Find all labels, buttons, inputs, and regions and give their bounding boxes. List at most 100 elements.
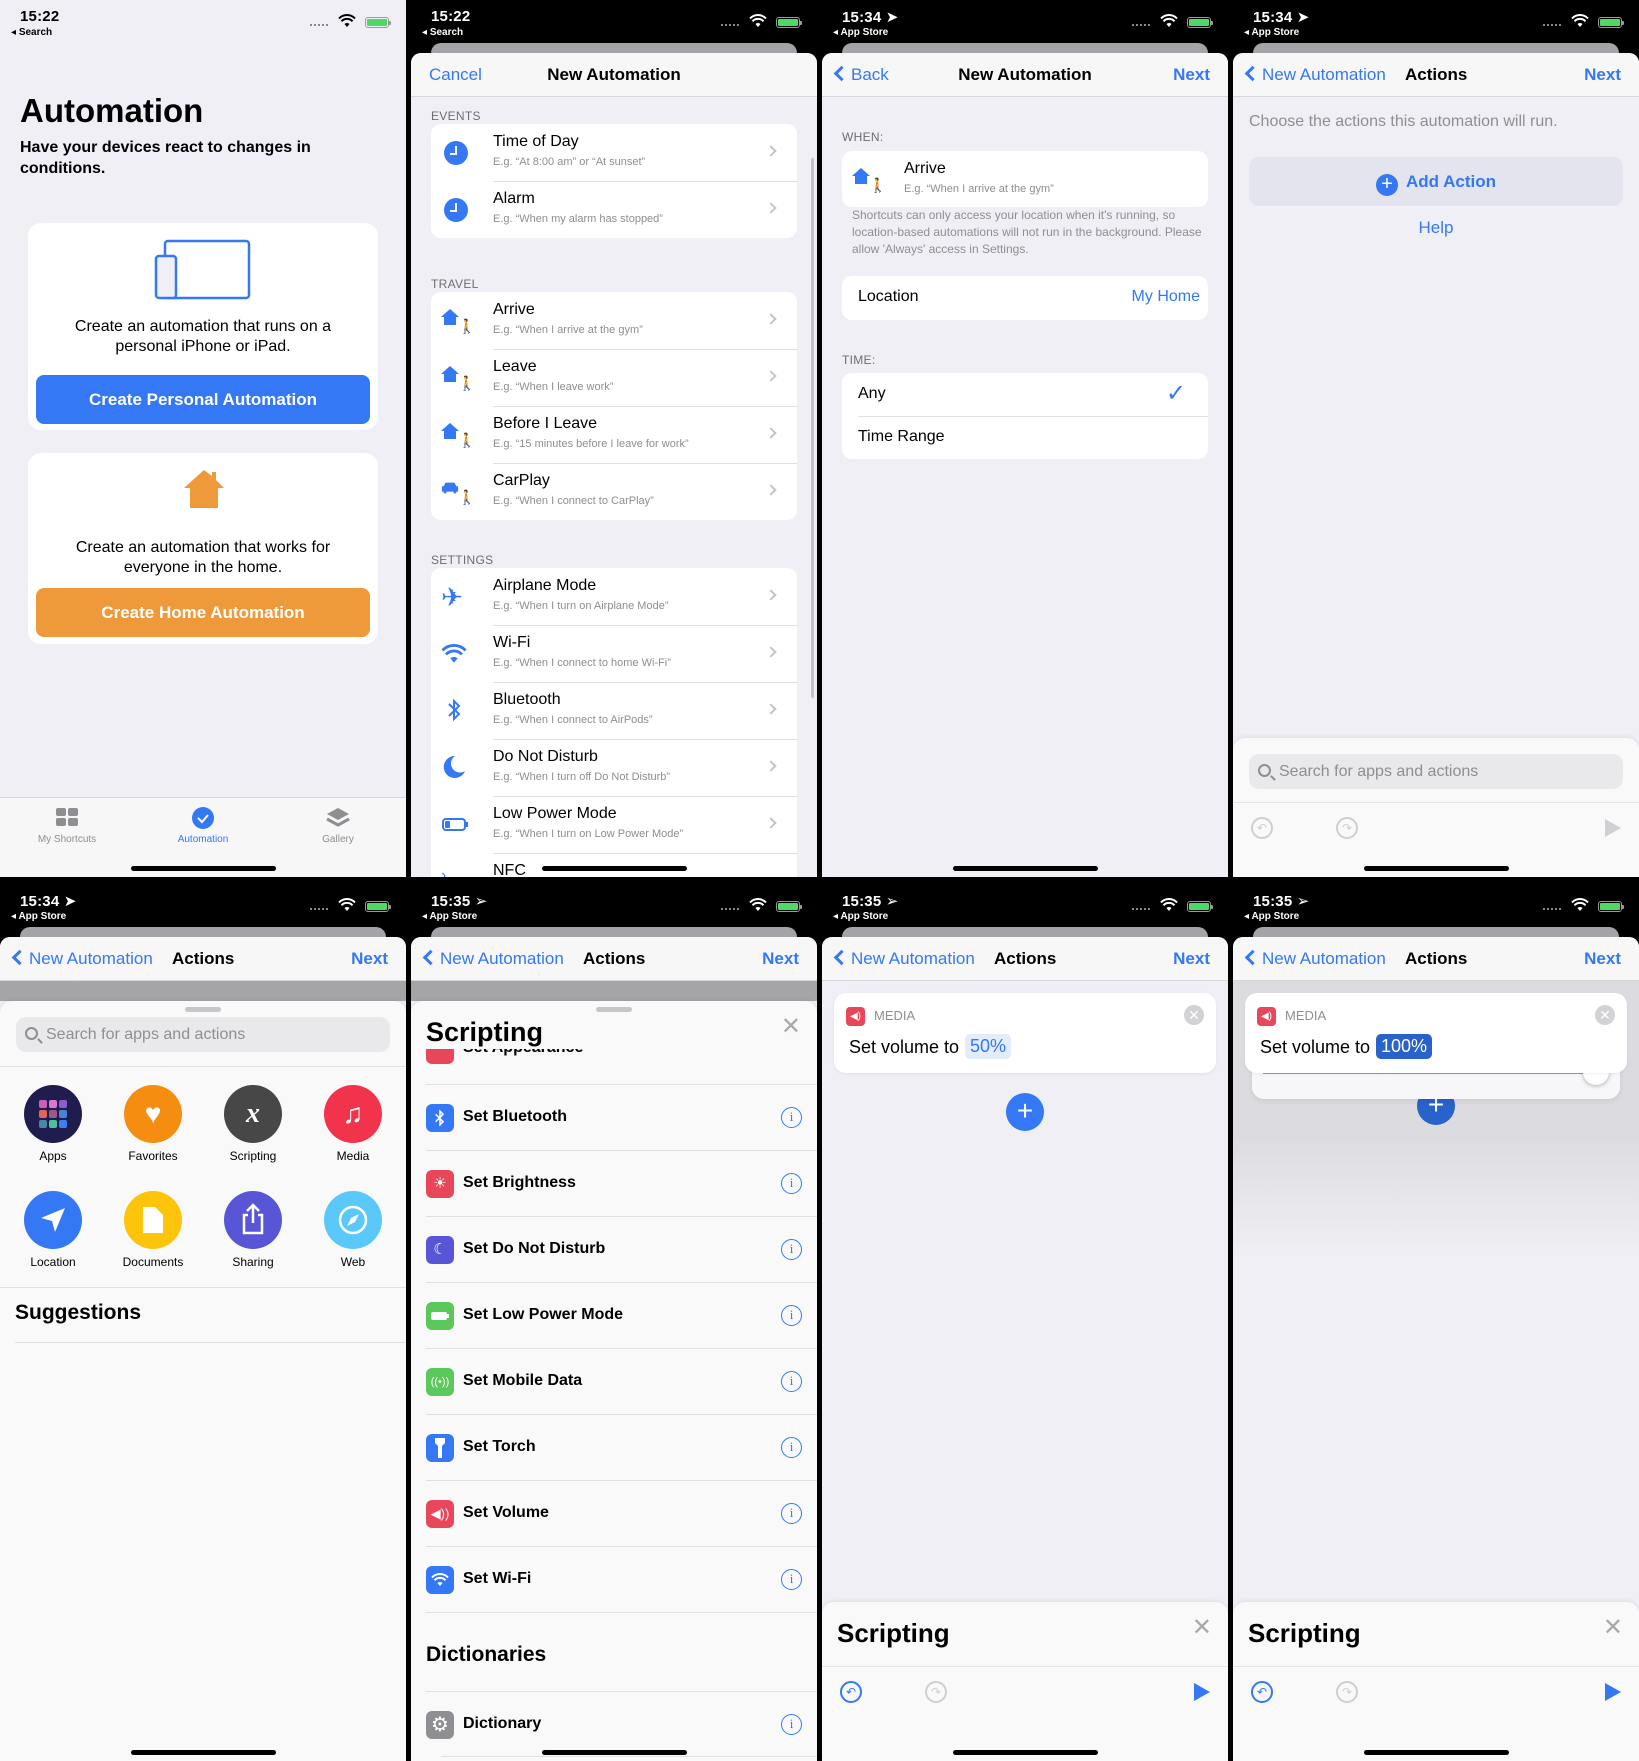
category-scripting[interactable]: x Scripting [203,1085,303,1163]
back-to-app-link[interactable]: ◂ App Store [1244,911,1299,922]
back-to-app-link[interactable]: ◂ Search [11,27,52,38]
play-icon[interactable] [1605,1683,1621,1701]
nav-bar: New Automation Actions Next [822,937,1228,981]
info-icon[interactable]: i [781,1305,802,1326]
info-icon[interactable]: i [781,1437,802,1458]
appearance-icon [426,1049,454,1064]
trigger-bluetooth[interactable]: Bluetooth E.g. “When I connect to AirPods… [431,682,797,739]
back-button[interactable]: New Automation [11,949,153,969]
info-icon[interactable]: i [781,1173,802,1194]
redo-icon[interactable]: ↷ [1336,1681,1358,1703]
close-icon[interactable]: ✕ [781,1015,801,1039]
close-icon[interactable]: ✕ [1192,1616,1212,1640]
category-media[interactable]: ♫ Media [303,1085,403,1163]
modal-sheet: New Automation Actions Next Search for a… [0,937,406,1761]
back-to-app-link[interactable]: ◂ App Store [1244,27,1299,38]
close-icon[interactable]: ✕ [1603,1616,1623,1640]
action-set-low-power-mode[interactable]: Set Low Power Mode i [411,1283,817,1349]
category-location[interactable]: Location [3,1191,103,1269]
next-button[interactable]: Next [1173,949,1210,969]
action-set-brightness[interactable]: ☀ Set Brightness i [411,1151,817,1217]
category-web[interactable]: Web [303,1191,403,1269]
back-to-app-link[interactable]: ◂ App Store [422,911,477,922]
info-icon[interactable]: i [781,1107,802,1128]
location-row[interactable]: Location My Home [842,276,1208,320]
back-to-app-link[interactable]: ◂ Search [422,27,463,38]
sheet-grabber[interactable] [596,1007,632,1012]
volume-value-token[interactable]: 100% [1376,1034,1433,1059]
play-icon[interactable] [1194,1683,1210,1701]
add-action-button[interactable]: + Add Action [1249,157,1623,206]
trigger-before-i-leave[interactable]: 🚶 Before I Leave E.g. “15 minutes before I… [431,406,797,463]
info-icon[interactable]: i [781,1714,802,1735]
trigger-leave[interactable]: 🚶 Leave E.g. “When I leave work” [431,349,797,406]
scrollbar[interactable] [811,158,814,698]
set-volume-action-card[interactable]: ◀) MEDIA ✕ Set volume to 100% [1245,993,1627,1073]
trigger-do-not-disturb[interactable]: Do Not Disturb E.g. “When I turn off Do N… [431,739,797,796]
action-set-do-not-disturb[interactable]: ☾ Set Do Not Disturb i [411,1217,817,1283]
action-set-torch[interactable]: Set Torch i [411,1415,817,1481]
trigger-time-of-day[interactable]: Time of Day E.g. “At 8:00 am” or “At suns… [431,124,797,181]
tab-my-shortcuts[interactable]: My Shortcuts [17,806,117,845]
location-value[interactable]: My Home [1132,288,1200,306]
info-icon[interactable]: i [781,1371,802,1392]
next-button[interactable]: Next [1584,65,1621,85]
info-icon[interactable]: i [781,1239,802,1260]
next-button[interactable]: Next [762,949,799,969]
back-button[interactable]: New Automation [422,949,564,969]
info-icon[interactable]: i [781,1503,802,1524]
set-volume-action-card[interactable]: ◀) MEDIA ✕ Set volume to 50% [834,993,1216,1073]
chevron-right-icon [765,370,777,382]
trigger-arrive[interactable]: 🚶 Arrive E.g. “When I arrive at the gym” [431,292,797,349]
add-action-button[interactable]: + [1006,1093,1044,1131]
category-favorites[interactable]: ♥ Favorites [103,1085,203,1163]
redo-icon[interactable]: ↷ [925,1681,947,1703]
redo-icon[interactable]: ↷ [1336,817,1358,839]
action-set-volume[interactable]: ◀)) Set Volume i [411,1481,817,1547]
trigger-low-power-mode[interactable]: Low Power Mode E.g. “When I turn on Low P… [431,796,797,853]
back-to-app-link[interactable]: ◂ App Store [11,911,66,922]
wifi-icon [1160,14,1178,27]
trigger-wifi[interactable]: Wi-Fi E.g. “When I connect to home Wi-Fi” [431,625,797,682]
play-icon[interactable] [1605,819,1621,837]
undo-icon[interactable]: ↶ [1251,1681,1273,1703]
time-option-any[interactable]: Any ✓ [842,373,1208,416]
search-input[interactable]: Search for apps and actions [16,1017,390,1052]
back-to-app-link[interactable]: ◂ App Store [833,911,888,922]
undo-icon[interactable]: ↶ [840,1681,862,1703]
trigger-nfc[interactable]: › NFC [431,853,797,877]
time-option-time-range[interactable]: Time Range [858,416,1208,459]
page-title: Automation [20,92,204,129]
back-button[interactable]: New Automation [1244,949,1386,969]
tab-automation[interactable]: Automation [153,806,253,845]
category-apps[interactable]: Apps [3,1085,103,1163]
action-dictionary[interactable]: ⚙ Dictionary i [426,1691,817,1757]
trigger-airplane-mode[interactable]: ✈ Airplane Mode E.g. “When I turn on Airpl… [431,568,797,625]
back-to-app-link[interactable]: ◂ App Store [833,27,888,38]
next-button[interactable]: Next [351,949,388,969]
sheet-grabber[interactable] [185,1007,221,1012]
create-home-automation-button[interactable]: Create Home Automation [36,588,370,637]
partial-action[interactable]: Set Appearance [463,1049,583,1057]
category-documents[interactable]: Documents [103,1191,203,1269]
next-button[interactable]: Next [1584,949,1621,969]
volume-value-token[interactable]: 50% [965,1034,1012,1059]
trigger-carplay[interactable]: 🚶 CarPlay E.g. “When I connect to CarPlay” [431,463,797,520]
back-button[interactable]: New Automation [833,949,975,969]
action-set-bluetooth[interactable]: Set Bluetooth i [411,1085,817,1151]
next-button[interactable]: Next [1173,65,1210,85]
search-input[interactable]: Search for apps and actions [1249,754,1623,789]
trigger-alarm[interactable]: Alarm E.g. “When my alarm has stopped” [431,181,797,238]
remove-action-icon[interactable]: ✕ [1595,1005,1615,1025]
category-sharing[interactable]: Sharing [203,1191,303,1269]
chevron-right-icon [765,817,777,829]
info-icon[interactable]: i [781,1569,802,1590]
undo-icon[interactable]: ↶ [1251,817,1273,839]
tab-gallery[interactable]: Gallery [288,806,388,845]
action-set-mobile-data[interactable]: ((•)) Set Mobile Data i [411,1349,817,1415]
remove-action-icon[interactable]: ✕ [1184,1005,1204,1025]
help-link[interactable]: Help [1233,218,1639,238]
create-personal-automation-button[interactable]: Create Personal Automation [36,375,370,424]
back-button[interactable]: New Automation [1244,65,1386,85]
action-set-wifi[interactable]: Set Wi-Fi i [411,1547,817,1613]
